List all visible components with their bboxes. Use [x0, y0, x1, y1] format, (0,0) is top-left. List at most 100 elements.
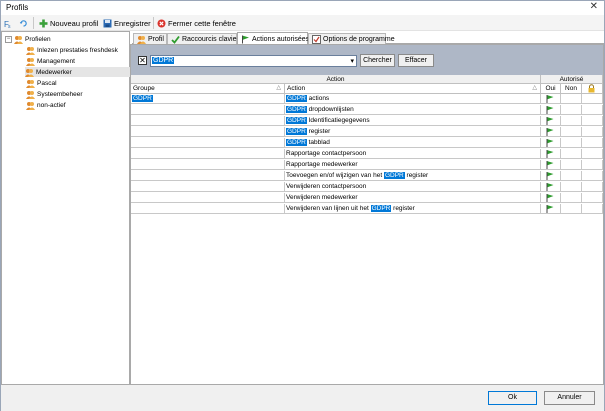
yes-cell[interactable] [541, 149, 561, 159]
yes-cell[interactable] [541, 182, 561, 192]
yes-cell[interactable] [541, 116, 561, 126]
lock-icon [587, 84, 596, 93]
action-cell: Verwijderen medewerker [285, 193, 541, 203]
tree-item-profile[interactable]: Management [26, 56, 75, 66]
lock-cell[interactable] [582, 193, 603, 203]
group-cell [131, 149, 285, 159]
yes-cell[interactable] [541, 171, 561, 181]
no-cell[interactable] [561, 171, 582, 181]
plus-icon [39, 19, 48, 28]
table-row[interactable]: GDPR GDPR actions [131, 94, 603, 104]
table-row[interactable]: Verwijderen contactpersoon [131, 182, 603, 192]
column-header-group[interactable]: Groupe △ [131, 84, 285, 94]
lock-cell[interactable] [582, 127, 603, 137]
no-cell[interactable] [561, 138, 582, 148]
close-window-icon[interactable]: ✕ [590, 1, 598, 12]
lock-cell[interactable] [582, 182, 603, 192]
close-circle-icon [157, 19, 166, 28]
filter-select[interactable]: GDPR ▾ [150, 55, 357, 67]
column-header-no[interactable]: Non [561, 84, 582, 94]
lock-cell[interactable] [582, 160, 603, 170]
no-cell[interactable] [561, 204, 582, 214]
action-text: Verwijderen van lijnen uit het [286, 205, 371, 212]
no-cell[interactable] [561, 127, 582, 137]
action-highlight: GDPR [286, 106, 307, 113]
tree-item-profile[interactable]: Pascal [26, 78, 57, 88]
no-cell[interactable] [561, 105, 582, 115]
tree-item-profile[interactable]: Systeembeheer [26, 89, 83, 99]
column-header-yes[interactable]: Oui [541, 84, 561, 94]
table-row[interactable]: GDPR register [131, 127, 603, 137]
no-cell[interactable] [561, 94, 582, 104]
table-row[interactable]: GDPR dropdownlijsten [131, 105, 603, 115]
group-cell [131, 193, 285, 203]
close-window-button[interactable]: Fermer cette fenêtre [157, 16, 236, 30]
column-header-lock[interactable] [582, 84, 603, 94]
refresh-icon[interactable] [19, 16, 28, 30]
tab-profil[interactable]: Profil [133, 33, 167, 44]
green-flag-icon [546, 150, 554, 158]
tab-label: Raccourcis clavier [182, 35, 239, 43]
no-cell[interactable] [561, 149, 582, 159]
yes-cell[interactable] [541, 94, 561, 104]
table-row[interactable]: Rapportage contactpersoon [131, 149, 603, 159]
column-header-action[interactable]: Action △ [285, 84, 541, 94]
filter-value: GDPR [152, 57, 175, 64]
green-flag-icon [546, 128, 554, 136]
filter-toolbar-icon[interactable]: Fs [4, 16, 13, 30]
tree-item-label: Management [37, 57, 75, 65]
lock-cell[interactable] [582, 94, 603, 104]
ok-button[interactable]: Ok [488, 391, 537, 405]
green-flag-icon [241, 35, 250, 44]
tree-expander-icon[interactable]: − [5, 36, 12, 43]
lock-cell[interactable] [582, 171, 603, 181]
action-text: Identificatiegegevens [306, 117, 370, 124]
yes-cell[interactable] [541, 138, 561, 148]
table-row[interactable]: Verwijderen van lijnen uit het GDPR regi… [131, 204, 603, 214]
save-button[interactable]: Enregistrer [103, 16, 151, 30]
table-row[interactable]: Verwijderen medewerker [131, 193, 603, 203]
no-cell[interactable] [561, 182, 582, 192]
group-cell: GDPR [131, 94, 285, 104]
yes-cell[interactable] [541, 193, 561, 203]
table-row[interactable]: GDPR tabblad [131, 138, 603, 148]
no-cell[interactable] [561, 160, 582, 170]
action-text: dropdownlijsten [306, 106, 354, 113]
tab-keyboard-shortcuts[interactable]: Raccourcis clavier [167, 33, 239, 44]
tree-item-profile[interactable]: non-actief [26, 100, 66, 110]
green-flag-icon [546, 172, 554, 180]
no-cell[interactable] [561, 116, 582, 126]
table-row[interactable]: GDPR Identificatiegegevens [131, 116, 603, 126]
green-flag-icon [546, 183, 554, 191]
lock-cell[interactable] [582, 204, 603, 214]
action-cell: GDPR register [285, 127, 541, 137]
new-profile-button[interactable]: Nouveau profil [39, 16, 98, 30]
tree-item-profile-selected[interactable]: Medewerker [25, 67, 130, 77]
no-cell[interactable] [561, 193, 582, 203]
checkbox-icon [312, 34, 321, 44]
tree-root-profielen[interactable]: Profielen [14, 34, 51, 44]
table-row[interactable]: Toevoegen en/of wijzigen van het GDPR re… [131, 171, 603, 181]
filter-checkbox[interactable]: ✕ [138, 56, 147, 65]
search-button[interactable]: Chercher [360, 54, 395, 67]
table-row[interactable]: Rapportage medewerker [131, 160, 603, 170]
lock-cell[interactable] [582, 138, 603, 148]
tree-item-profile[interactable]: Inlezen prestaties freshdesk [26, 45, 118, 55]
lock-cell[interactable] [582, 105, 603, 115]
action-cell: GDPR Identificatiegegevens [285, 116, 541, 126]
yes-cell[interactable] [541, 105, 561, 115]
green-flag-icon [546, 139, 554, 147]
lock-cell[interactable] [582, 149, 603, 159]
chevron-down-icon[interactable]: ▾ [350, 57, 354, 65]
yes-cell[interactable] [541, 204, 561, 214]
lock-cell[interactable] [582, 116, 603, 126]
cancel-button[interactable]: Annuler [544, 391, 595, 405]
action-cell: Rapportage medewerker [285, 160, 541, 170]
yes-cell[interactable] [541, 127, 561, 137]
yes-cell[interactable] [541, 160, 561, 170]
action-highlight: GDPR [286, 139, 307, 146]
tab-program-options[interactable]: Options de programme [308, 33, 395, 44]
tree-item-label: Pascal [37, 79, 57, 87]
users-group-icon [25, 68, 34, 77]
clear-button[interactable]: Effacer [398, 54, 434, 67]
